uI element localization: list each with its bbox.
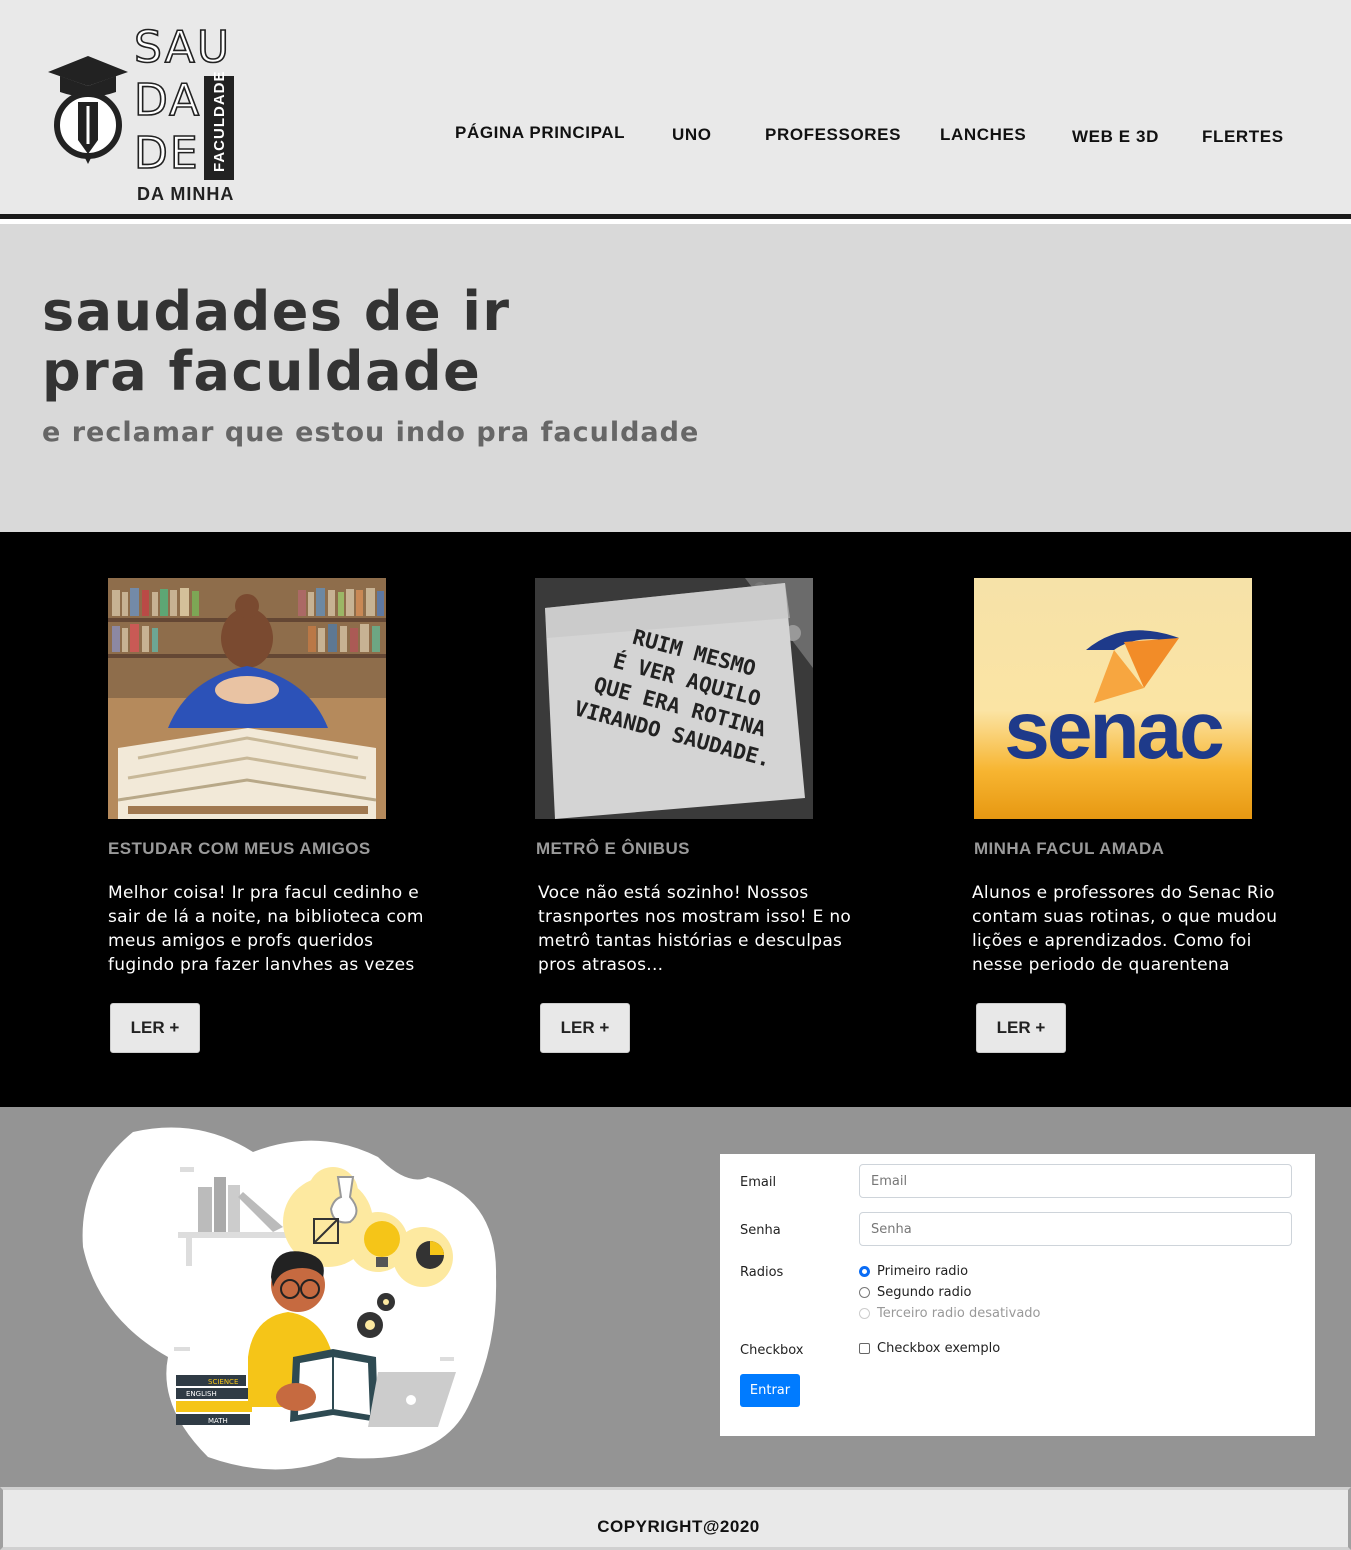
site-footer: COPYRIGHT@2020: [0, 1487, 1351, 1550]
hero-title-line2: pra faculdade: [42, 340, 482, 403]
svg-text:ENGLISH: ENGLISH: [186, 1390, 217, 1398]
email-label: Email: [740, 1175, 777, 1190]
radio-disabled-icon: [859, 1308, 870, 1319]
card-title: METRÔ E ÔNIBUS: [536, 839, 690, 858]
svg-text:DA MINHA: DA MINHA: [137, 184, 234, 204]
radios-label: Radios: [740, 1265, 784, 1280]
login-form: Email Senha Radios Primeiro radio Segund…: [720, 1154, 1315, 1436]
card-image-note: RUIM MESMO É VER AQUILO QUE ERA ROTINA V…: [535, 578, 813, 819]
card-text: Alunos e professores do Senac Rio contam…: [972, 883, 1278, 975]
radio-label: Primeiro radio: [877, 1264, 969, 1279]
main-nav: PÁGINA PRINCIPAL UNO PROFESSORES LANCHES…: [0, 118, 1351, 148]
hero-subtitle: e reclamar que estou indo pra faculdade: [42, 417, 700, 448]
svg-text:SAU: SAU: [134, 22, 231, 73]
radio-primeiro[interactable]: Primeiro radio: [859, 1264, 968, 1279]
nav-flertes[interactable]: FLERTES: [1202, 127, 1284, 147]
nav-lanches[interactable]: LANCHES: [940, 125, 1026, 145]
card-text: Voce não está sozinho! Nossos trasnporte…: [538, 883, 852, 975]
read-more-button[interactable]: LER +: [976, 1003, 1066, 1053]
hero-title-line1: saudades de ir: [42, 280, 511, 343]
nav-pagina-principal[interactable]: PÁGINA PRINCIPAL: [455, 123, 625, 143]
card-image-senac-logo: senac: [974, 578, 1252, 819]
submit-button[interactable]: Entrar: [740, 1374, 800, 1407]
nav-professores[interactable]: PROFESSORES: [765, 125, 901, 145]
svg-text:SCIENCE: SCIENCE: [208, 1378, 238, 1386]
radio-label: Segundo radio: [877, 1285, 972, 1300]
password-field[interactable]: [859, 1212, 1292, 1246]
radio-checked-icon: [859, 1266, 870, 1277]
card-image-library: [108, 578, 386, 819]
site-logo[interactable]: SAU DA DE FACULDADE DA MINHA: [44, 22, 244, 207]
checkbox-exemplo[interactable]: Checkbox exemplo: [859, 1341, 1000, 1356]
card-estudar: ESTUDAR COM MEUS AMIGOS Melhor coisa! Ir…: [108, 578, 438, 1053]
nav-web-e-3d[interactable]: WEB E 3D: [1072, 127, 1159, 147]
senha-label: Senha: [740, 1223, 781, 1238]
card-title: MINHA FACUL AMADA: [974, 839, 1165, 858]
site-header: SAU DA DE FACULDADE DA MINHA PÁGINA PRIN…: [0, 0, 1351, 219]
radio-label: Terceiro radio desativado: [877, 1306, 1041, 1321]
hero-title: saudades de ir pra faculdade: [42, 282, 742, 402]
radio-segundo[interactable]: Segundo radio: [859, 1285, 971, 1300]
nav-uno[interactable]: UNO: [672, 125, 712, 145]
radio-terceiro-disabled: Terceiro radio desativado: [859, 1306, 1041, 1321]
hero-section: saudades de ir pra faculdade e reclamar …: [0, 224, 1351, 532]
checkbox-option-label: Checkbox exemplo: [877, 1341, 1001, 1356]
card-title: ESTUDAR COM MEUS AMIGOS: [108, 839, 371, 858]
checkbox-label: Checkbox: [740, 1343, 804, 1358]
card-senac: senac MINHA FACUL AMADA Alunos e profess…: [972, 578, 1304, 1053]
cards-section: ESTUDAR COM MEUS AMIGOS Melhor coisa! Ir…: [0, 532, 1351, 1107]
student-illustration: SCIENCE ENGLISH MATH: [82, 1127, 497, 1470]
read-more-button[interactable]: LER +: [540, 1003, 630, 1053]
email-field[interactable]: [859, 1164, 1292, 1198]
copyright-text: COPYRIGHT@2020: [597, 1517, 760, 1536]
radio-unchecked-icon: [859, 1287, 870, 1298]
card-metro: RUIM MESMO É VER AQUILO QUE ERA ROTINA V…: [535, 578, 865, 1053]
card-text: Melhor coisa! Ir pra facul cedinho e sai…: [108, 883, 424, 975]
form-section: SCIENCE ENGLISH MATH Email Senha Radios …: [0, 1107, 1351, 1487]
read-more-button[interactable]: LER +: [110, 1003, 200, 1053]
svg-text:MATH: MATH: [208, 1417, 228, 1425]
svg-text:senac: senac: [1004, 685, 1223, 776]
checkbox-icon: [859, 1343, 870, 1354]
